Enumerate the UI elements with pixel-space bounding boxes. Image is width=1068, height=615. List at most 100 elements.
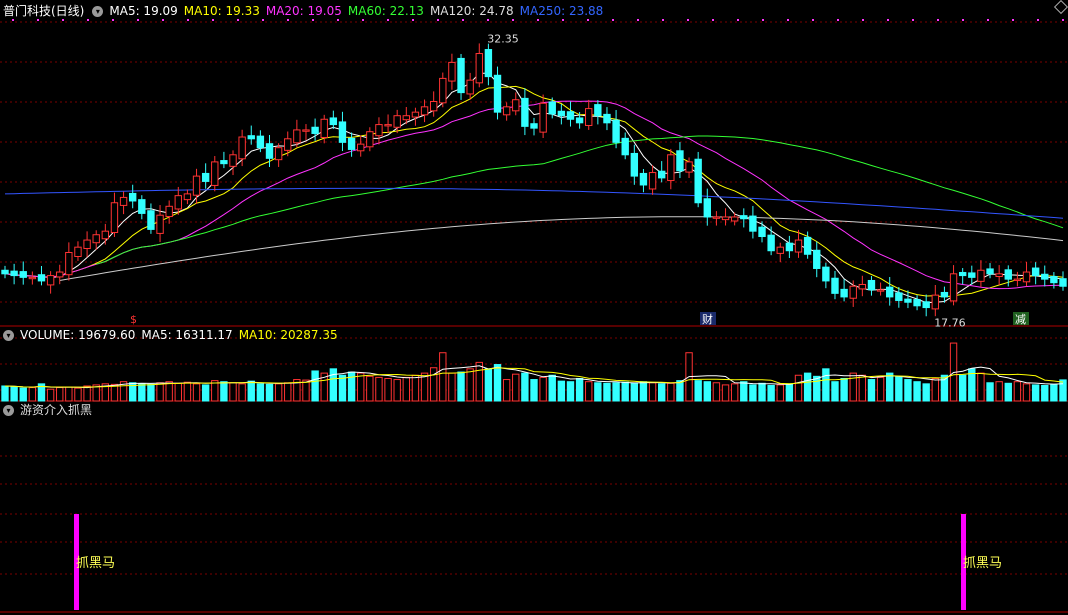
candle-body (384, 124, 392, 127)
candle-body (867, 279, 876, 291)
volume-bar (302, 379, 310, 402)
candle-body (612, 119, 620, 143)
candle-body (648, 172, 657, 190)
candle-body (621, 137, 629, 156)
top-dot-marker (912, 19, 914, 21)
ma5-value: MA5: 19.09 (109, 4, 178, 18)
candle-body (603, 113, 611, 124)
candle-body (92, 234, 100, 244)
top-dot-marker (637, 19, 639, 21)
volume-bar (639, 381, 648, 402)
top-dot-marker (187, 19, 189, 21)
candle-body (530, 123, 538, 129)
candle-body (740, 215, 748, 220)
candle-body (1022, 271, 1031, 283)
volume-bar (876, 376, 885, 402)
candle-body (37, 274, 46, 282)
volume-bar (977, 372, 985, 402)
volume-bar (831, 381, 839, 402)
volume-bar (28, 387, 37, 402)
candle-body (958, 271, 967, 277)
candle-body (101, 230, 110, 240)
volume-bar (265, 383, 274, 402)
candle-body (1041, 273, 1049, 280)
candle-body (1050, 275, 1058, 284)
top-dot-marker (237, 19, 239, 21)
top-dot-marker (1062, 19, 1064, 21)
volume-bar (913, 381, 921, 402)
top-dot-marker (412, 19, 414, 21)
candle-body (402, 115, 411, 121)
volume-bar (475, 361, 483, 402)
candle-body (931, 294, 940, 310)
volume-bar (575, 377, 584, 402)
volume-bar (329, 368, 338, 402)
volume-bar (411, 374, 420, 402)
high-price-label: 32.35 (487, 33, 519, 46)
candle-body (1013, 278, 1022, 281)
candle-body (420, 106, 429, 116)
volume-bar (1041, 384, 1049, 402)
volume-bar (648, 382, 657, 402)
collapse-icon[interactable]: ▾ (3, 329, 14, 341)
volume-bar (512, 373, 520, 402)
volume-bar (274, 383, 283, 402)
candle-body (1031, 267, 1040, 277)
top-dot-marker (212, 19, 214, 21)
collapse-icon[interactable]: ▾ (92, 5, 104, 17)
candle-body (794, 239, 803, 253)
top-dot-marker (712, 19, 714, 21)
candle-body (247, 135, 255, 140)
volume-bar (1050, 383, 1058, 402)
top-dot-marker (737, 19, 739, 21)
volume-bar (667, 382, 675, 402)
candle-body (968, 272, 976, 278)
collapse-icon[interactable]: ▾ (3, 404, 14, 416)
candle-body (110, 202, 119, 234)
candle-body (338, 121, 347, 143)
ma250-line (4, 187, 1064, 219)
volume-bar (156, 382, 164, 402)
volume-bar (247, 380, 255, 402)
volume-bar (1, 385, 9, 402)
candle-body (156, 214, 164, 234)
volume-bar (502, 379, 511, 402)
ma10-value: MA10: 19.33 (183, 4, 260, 18)
top-dot-marker (462, 19, 464, 21)
kline-chart-canvas[interactable]: 32.35 17.76 $ 财 减 抓黑马 抓黑马 (0, 0, 1068, 615)
volume-bar (703, 381, 711, 402)
ma5-line (4, 72, 1064, 304)
volume-bar (849, 372, 857, 402)
candle-body (730, 216, 739, 222)
candle-body (293, 129, 301, 144)
candle-body (657, 170, 666, 179)
candle-body (201, 172, 210, 182)
volume-bar (493, 364, 502, 402)
volume-bar (229, 382, 237, 402)
volume-bar (439, 352, 447, 402)
candle-body (758, 226, 766, 238)
volume-bar (749, 384, 757, 402)
candle-body (521, 97, 529, 127)
top-dot-marker (937, 19, 939, 21)
candle-body (393, 115, 401, 128)
top-dot-marker (12, 19, 14, 21)
moving-average-lines (4, 72, 1064, 304)
volume-bar (566, 381, 575, 402)
candle-body (667, 154, 675, 182)
top-dot-marker (287, 19, 289, 21)
volume-bar (867, 379, 876, 402)
candle-body (785, 242, 794, 252)
top-dot-marker (762, 19, 764, 21)
top-dot-marker (812, 19, 814, 21)
volume-bar (794, 374, 803, 402)
candle-body (457, 57, 465, 94)
candle-body (256, 135, 265, 149)
volume-bar (56, 387, 64, 402)
candle-body (585, 108, 593, 126)
volume-bar (10, 386, 18, 402)
candle-body (165, 205, 173, 218)
candle-body (439, 77, 447, 104)
volume-bar (530, 379, 538, 402)
top-dot-marker (487, 19, 489, 21)
